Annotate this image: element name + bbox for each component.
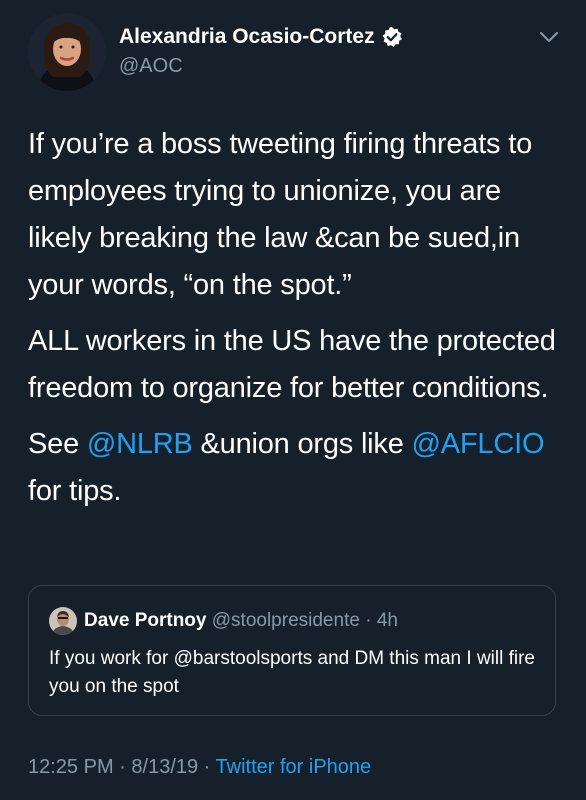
quoted-tweet-age: 4h xyxy=(376,610,398,631)
author-avatar-image xyxy=(28,13,106,91)
paragraph-3-prefix: See xyxy=(28,428,87,460)
mention-aflcio-link[interactable]: @AFLCIO xyxy=(412,428,545,460)
tweet-text: If you’re a boss tweeting firing threats… xyxy=(28,121,568,524)
chevron-down-icon[interactable] xyxy=(538,30,560,44)
footer-separator-1: · xyxy=(113,756,132,778)
author-avatar[interactable] xyxy=(28,13,106,91)
tweet-paragraph-3: See @NLRB &union orgs like @AFLCIO for t… xyxy=(28,421,568,515)
quoted-tweet-text: If you work for @barstoolsports and DM t… xyxy=(49,648,536,697)
mention-nlrb-link[interactable]: @NLRB xyxy=(87,428,193,460)
tweet-footer: 12:25 PM · 8/13/19 · Twitter for iPhone xyxy=(28,752,371,782)
verified-badge-icon xyxy=(381,26,403,48)
author-handle[interactable]: @AOC xyxy=(119,53,183,79)
tweet-date: 8/13/19 xyxy=(131,756,199,778)
quoted-tweet-card[interactable]: Dave Portnoy @stoolpresidente · 4h If yo… xyxy=(28,585,556,716)
paragraph-3-suffix: for tips. xyxy=(28,475,122,507)
author-name[interactable]: Alexandria Ocasio-Cortez xyxy=(119,23,375,51)
quoted-tweet-header: Dave Portnoy @stoolpresidente · 4h xyxy=(84,607,398,635)
tweet-paragraph-1: If you’re a boss tweeting firing threats… xyxy=(28,128,532,301)
quoted-author-name: Dave Portnoy xyxy=(84,610,207,631)
author-name-row[interactable]: Alexandria Ocasio-Cortez xyxy=(119,23,403,51)
tweet-paragraph-2: ALL workers in the US have the protected… xyxy=(28,325,556,404)
quoted-tweet-separator: · xyxy=(359,610,377,631)
tweet-time: 12:25 PM xyxy=(28,756,114,778)
paragraph-3-middle: &union orgs like xyxy=(192,428,412,460)
quoted-author-avatar xyxy=(49,607,77,635)
quoted-author-handle: @stoolpresidente xyxy=(211,610,360,631)
tweet-source-link[interactable]: Twitter for iPhone xyxy=(216,756,372,778)
footer-separator-2: · xyxy=(198,756,216,778)
